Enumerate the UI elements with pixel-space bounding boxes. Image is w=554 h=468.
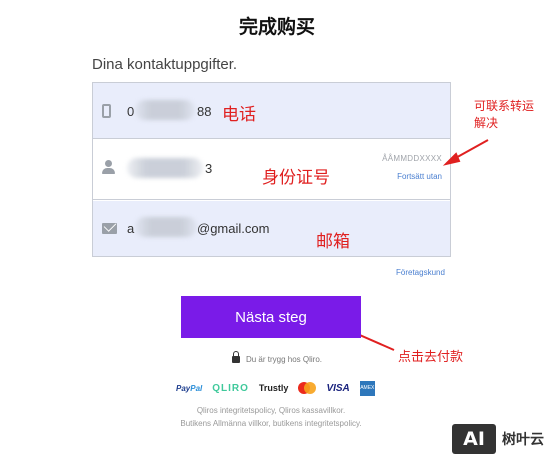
next-step-button[interactable]: Nästa steg xyxy=(181,296,361,338)
watermark-name: 树叶云 xyxy=(502,432,544,448)
watermark-logo: AI xyxy=(452,424,496,454)
mastercard-icon xyxy=(298,382,317,394)
trustly-logo: Trustly xyxy=(258,383,289,393)
company-customer-link[interactable]: Företagskund xyxy=(396,268,445,277)
visa-logo: VISA xyxy=(326,382,350,394)
lock-icon xyxy=(231,351,240,363)
paypal-logo: PayPal xyxy=(176,383,203,393)
watermark: AI 树叶云 xyxy=(452,424,544,454)
secure-notice: Du är trygg hos Qliro. xyxy=(0,351,554,364)
legal-links-qliro[interactable]: Qliros integritetspolicy, Qliros kassavi… xyxy=(0,406,542,415)
arrow-to-hint xyxy=(442,139,489,166)
annotation-arrows xyxy=(337,139,489,351)
qliro-logo: QLIRO xyxy=(212,382,249,394)
payment-methods: PayPal QLIRO Trustly VISA AMEX xyxy=(176,379,375,397)
amex-logo: AMEX xyxy=(359,380,375,396)
